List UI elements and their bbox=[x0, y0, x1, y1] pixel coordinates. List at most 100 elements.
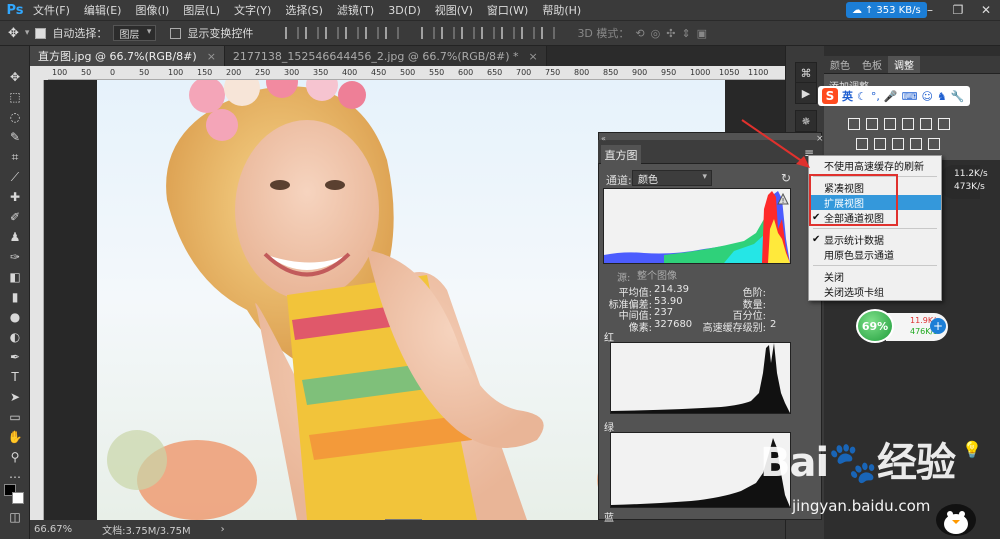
threshold-icon[interactable] bbox=[892, 138, 904, 150]
gradient-map-icon[interactable] bbox=[910, 138, 922, 150]
tab-color[interactable]: 颜色 bbox=[824, 56, 856, 73]
close-icon[interactable]: × bbox=[529, 50, 538, 63]
path-select-tool-icon[interactable]: ➤ bbox=[6, 388, 24, 406]
3d-orbit-icon[interactable]: ⟲ bbox=[635, 27, 644, 40]
crop-tool-icon[interactable]: ⌗ bbox=[6, 148, 24, 166]
move-tool-icon[interactable]: ✥ bbox=[8, 26, 19, 41]
posterize-icon[interactable] bbox=[874, 138, 886, 150]
stamp-tool-icon[interactable]: ♟ bbox=[6, 228, 24, 246]
restore-button[interactable]: ❐ bbox=[944, 0, 972, 20]
menu-file[interactable]: 文件(F) bbox=[26, 2, 77, 18]
microphone-icon[interactable]: 🎤 bbox=[884, 90, 898, 103]
channel-dropdown[interactable]: 颜色 bbox=[632, 170, 712, 186]
levels-icon[interactable] bbox=[866, 118, 878, 130]
menu-image[interactable]: 图像(I) bbox=[128, 2, 176, 18]
hsl-icon[interactable] bbox=[938, 118, 950, 130]
history-panel-icon[interactable]: ⌘ bbox=[795, 62, 817, 84]
menu-select[interactable]: 选择(S) bbox=[278, 2, 330, 18]
chevron-right-icon[interactable]: › bbox=[221, 524, 225, 535]
lasso-tool-icon[interactable]: ◌ bbox=[6, 108, 24, 126]
distribute-right-icon[interactable] bbox=[521, 27, 536, 39]
history-brush-tool-icon[interactable]: ✑ bbox=[6, 248, 24, 266]
marquee-tool-icon[interactable]: ⬚ bbox=[6, 88, 24, 106]
brightness-icon[interactable] bbox=[848, 118, 860, 130]
menu-close[interactable]: 关闭 bbox=[809, 269, 941, 284]
align-vcenter-icon[interactable] bbox=[305, 27, 320, 39]
distribute-bottom-icon[interactable] bbox=[461, 27, 476, 39]
minimize-button[interactable]: – bbox=[916, 0, 944, 20]
background-color-swatch[interactable] bbox=[12, 492, 24, 504]
menu-window[interactable]: 窗口(W) bbox=[480, 2, 535, 18]
3d-roll-icon[interactable]: ◎ bbox=[651, 27, 661, 40]
eyedropper-tool-icon[interactable]: ⟋ bbox=[6, 168, 24, 186]
align-hcenter-icon[interactable] bbox=[365, 27, 380, 39]
actions-play-icon[interactable]: ▶ bbox=[795, 82, 817, 104]
quick-select-tool-icon[interactable]: ✎ bbox=[6, 128, 24, 146]
3d-slide-icon[interactable]: ⇕ bbox=[681, 27, 690, 40]
chevron-down-icon[interactable]: ▾ bbox=[25, 28, 30, 38]
auto-select-checkbox[interactable] bbox=[35, 27, 47, 39]
close-icon[interactable]: × bbox=[207, 50, 216, 63]
tab-swatches[interactable]: 色板 bbox=[856, 56, 888, 73]
eraser-tool-icon[interactable]: ◧ bbox=[6, 268, 24, 286]
wrench-icon[interactable]: 🔧 bbox=[951, 90, 965, 103]
close-button[interactable]: ✕ bbox=[972, 0, 1000, 20]
menu-show-statistics[interactable]: ✔ 显示统计数据 bbox=[809, 232, 941, 247]
zoom-tool-icon[interactable]: ⚲ bbox=[6, 448, 24, 466]
menu-view[interactable]: 视图(V) bbox=[428, 2, 480, 18]
keyboard-icon[interactable]: ⌨ bbox=[902, 90, 918, 103]
dodge-tool-icon[interactable]: ◐ bbox=[6, 328, 24, 346]
warning-icon[interactable]: ! bbox=[777, 192, 789, 205]
punctuation-icon[interactable]: °, bbox=[871, 90, 880, 103]
3d-pan-icon[interactable]: ✣ bbox=[666, 27, 675, 40]
hand-tool-icon[interactable]: ✋ bbox=[6, 428, 24, 446]
menu-close-tab-group[interactable]: 关闭选项卡组 bbox=[809, 284, 941, 299]
menu-type[interactable]: 文字(Y) bbox=[227, 2, 278, 18]
vibrance-icon[interactable] bbox=[920, 118, 932, 130]
zoom-level[interactable]: 66.67% bbox=[34, 524, 72, 535]
menu-filter[interactable]: 滤镜(T) bbox=[330, 2, 381, 18]
align-right-icon[interactable] bbox=[385, 27, 400, 39]
moon-icon[interactable]: ☾ bbox=[857, 90, 867, 103]
exposure-icon[interactable] bbox=[902, 118, 914, 130]
healing-tool-icon[interactable]: ✚ bbox=[6, 188, 24, 206]
menu-help[interactable]: 帮助(H) bbox=[535, 2, 588, 18]
distribute-hcenter-icon[interactable] bbox=[501, 27, 516, 39]
align-bottom-icon[interactable] bbox=[325, 27, 340, 39]
move-tool-icon[interactable]: ✥ bbox=[6, 68, 24, 86]
shape-tool-icon[interactable]: ▭ bbox=[6, 408, 24, 426]
menu-refresh-uncached[interactable]: 不使用高速缓存的刷新 bbox=[809, 158, 941, 173]
blur-tool-icon[interactable]: ● bbox=[6, 308, 24, 326]
distribute-vcenter-icon[interactable] bbox=[441, 27, 456, 39]
show-transform-checkbox[interactable] bbox=[170, 27, 182, 39]
ime-mode-label[interactable]: 英 bbox=[842, 88, 853, 104]
3d-scale-icon[interactable]: ▣ bbox=[697, 27, 707, 40]
network-monitor-ball[interactable]: 69% bbox=[856, 309, 894, 343]
invert-icon[interactable] bbox=[856, 138, 868, 150]
selective-color-icon[interactable] bbox=[928, 138, 940, 150]
ime-toolbar[interactable]: S 英 ☾ °, 🎤 ⌨ ☺ ♞ 🔧 bbox=[818, 86, 970, 106]
panel-collapse-icon[interactable]: « bbox=[601, 134, 606, 143]
type-tool-icon[interactable]: T bbox=[6, 368, 24, 386]
shirt-icon[interactable]: ♞ bbox=[937, 90, 947, 103]
curves-icon[interactable] bbox=[884, 118, 896, 130]
brush-tool-icon[interactable]: ✐ bbox=[6, 208, 24, 226]
tab-adjustments[interactable]: 调整 bbox=[888, 56, 920, 73]
tab-histogram[interactable]: 直方图 bbox=[601, 145, 641, 164]
auto-align-icon[interactable] bbox=[541, 27, 556, 39]
quick-mask-icon[interactable]: ◫ bbox=[6, 508, 24, 526]
gradient-tool-icon[interactable]: ▮ bbox=[6, 288, 24, 306]
auto-select-dropdown[interactable]: 图层 bbox=[113, 25, 157, 41]
menu-3d[interactable]: 3D(D) bbox=[381, 4, 428, 17]
menu-layer[interactable]: 图层(L) bbox=[176, 2, 227, 18]
menu-channels-in-color[interactable]: 用原色显示通道 bbox=[809, 247, 941, 262]
user-icon[interactable]: ☺ bbox=[921, 90, 932, 103]
distribute-left-icon[interactable] bbox=[481, 27, 496, 39]
pen-tool-icon[interactable]: ✒ bbox=[6, 348, 24, 366]
align-left-icon[interactable] bbox=[345, 27, 360, 39]
menu-edit[interactable]: 编辑(E) bbox=[77, 2, 129, 18]
tab-document-2[interactable]: 2177138_152546644456_2.jpg @ 66.7%(RGB/8… bbox=[224, 46, 547, 66]
tab-document-1[interactable]: 直方图.jpg @ 66.7%(RGB/8#) × bbox=[30, 46, 225, 66]
accelerate-button[interactable]: + bbox=[930, 318, 946, 334]
align-top-icon[interactable] bbox=[285, 27, 300, 39]
